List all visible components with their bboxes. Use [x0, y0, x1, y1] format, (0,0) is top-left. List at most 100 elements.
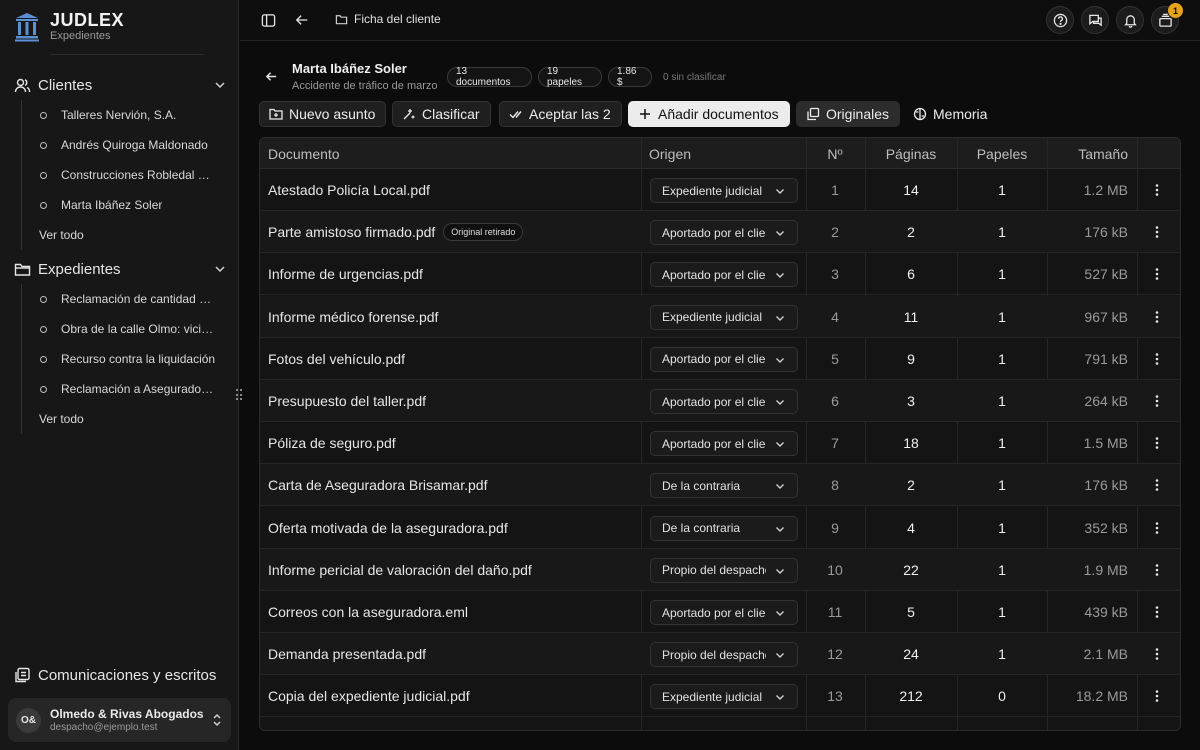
- column-header-number[interactable]: Nº: [806, 138, 864, 169]
- back-button[interactable]: [290, 8, 314, 32]
- column-header-document[interactable]: Documento: [268, 138, 340, 169]
- origin-select[interactable]: Aportado por el cliente: [650, 262, 798, 288]
- document-name-cell: Correos con la aseguradora.eml: [268, 591, 468, 633]
- origin-select[interactable]: Propio del despacho: [650, 557, 798, 583]
- notifications-button[interactable]: [1116, 6, 1144, 34]
- messages-button[interactable]: [1081, 6, 1109, 34]
- originals-button[interactable]: Originales: [796, 101, 901, 127]
- document-name[interactable]: Parte amistoso firmado.pdf: [268, 224, 435, 240]
- column-header-size[interactable]: Tamaño: [1047, 138, 1128, 169]
- toggle-sidebar-button[interactable]: [256, 8, 280, 32]
- back-to-clients-button[interactable]: [265, 70, 279, 84]
- papers-cell: 1: [998, 477, 1006, 494]
- documents-icon: [14, 667, 31, 684]
- row-menu-button[interactable]: [1150, 464, 1164, 506]
- origin-select[interactable]: Aportado por el cliente: [650, 600, 798, 625]
- column-header-papers[interactable]: Papeles: [957, 138, 1047, 169]
- document-name[interactable]: Póliza de seguro.pdf: [268, 435, 396, 451]
- table-row[interactable]: Informe médico forense.pdf Expediente jud…: [260, 295, 1180, 338]
- document-name-cell: Fotos del vehículo.pdf: [268, 338, 405, 380]
- table-row[interactable]: Demanda presentada.pdf Propio del despach…: [260, 633, 1180, 676]
- sidebar: JUDLEX Expedientes Clientes Talleres Ner…: [0, 0, 239, 750]
- origin-select[interactable]: Expediente judicial: [650, 684, 798, 710]
- files-list: Reclamación de cantidad a proveedor Obra…: [21, 284, 216, 434]
- table-row[interactable]: Correos con la aseguradora.eml Aportado p…: [260, 591, 1180, 633]
- classify-button[interactable]: Clasificar: [392, 101, 491, 127]
- document-name[interactable]: Carta de Aseguradora Brisamar.pdf: [268, 477, 487, 493]
- table-row[interactable]: Carta de Aseguradora Brisamar.pdf De la c…: [260, 464, 1180, 507]
- document-name[interactable]: Atestado Policía Local.pdf: [268, 182, 430, 198]
- account-switcher[interactable]: O& Olmedo & Rivas Abogados despacho@ejem…: [8, 698, 231, 742]
- courthouse-logo-icon: [15, 13, 39, 42]
- sidebar-item-client[interactable]: Construcciones Robledal S.L.: [22, 160, 216, 190]
- sidebar-item-communications[interactable]: Comunicaciones y escritos: [14, 663, 216, 687]
- document-name[interactable]: Informe de urgencias.pdf: [268, 266, 423, 282]
- document-name[interactable]: Informe médico forense.pdf: [268, 309, 438, 325]
- origin-select[interactable]: Aportado por el cliente: [650, 346, 798, 372]
- chevron-down-icon[interactable]: [214, 79, 226, 91]
- origin-select[interactable]: Aportado por el cliente: [650, 431, 798, 457]
- table-row[interactable]: Informe pericial de valoración del daño.…: [260, 548, 1180, 591]
- table-header: Documento Origen Nº Páginas Papeles Tama…: [260, 138, 1180, 169]
- row-menu-button[interactable]: [1150, 253, 1164, 295]
- document-name[interactable]: Demanda presentada.pdf: [268, 646, 426, 662]
- sidebar-item-file[interactable]: Reclamación a Aseguradora Brisamar: [22, 374, 216, 404]
- add-documents-button[interactable]: Añadir documentos: [628, 101, 790, 127]
- row-menu-button[interactable]: [1150, 169, 1164, 211]
- row-menu-button[interactable]: [1150, 422, 1164, 464]
- arrow-left-icon: [265, 72, 277, 81]
- clients-see-all-link[interactable]: Ver todo: [22, 220, 216, 250]
- table-row[interactable]: Fotos del vehículo.pdf Aportado por el cl…: [260, 338, 1180, 380]
- new-case-button[interactable]: Nuevo asunto: [259, 101, 387, 127]
- document-name[interactable]: Correos con la aseguradora.eml: [268, 604, 468, 620]
- sidebar-item-client[interactable]: Marta Ibáñez Soler: [22, 190, 216, 220]
- row-menu-button[interactable]: [1150, 591, 1164, 633]
- bullet-icon: [40, 295, 47, 303]
- origin-select[interactable]: Expediente judicial: [650, 304, 798, 330]
- sidebar-item-client[interactable]: Talleres Nervión, S.A.: [22, 100, 216, 130]
- chevron-down-icon[interactable]: [214, 263, 226, 275]
- sidebar-resize-handle[interactable]: [236, 389, 242, 401]
- sidebar-section-files[interactable]: Expedientes: [14, 257, 226, 281]
- row-menu-button[interactable]: [1150, 338, 1164, 380]
- column-header-pages[interactable]: Páginas: [865, 138, 957, 169]
- table-row[interactable]: Oferta motivada de la aseguradora.pdf De …: [260, 507, 1180, 549]
- row-menu-button[interactable]: [1150, 507, 1164, 549]
- document-name[interactable]: Copia del expediente judicial.pdf: [268, 688, 470, 704]
- sidebar-item-file[interactable]: Reclamación de cantidad a proveedor: [22, 284, 216, 314]
- origin-select[interactable]: Propio del despacho: [650, 642, 798, 668]
- size-cell: 176 kB: [1084, 224, 1128, 241]
- document-name[interactable]: Presupuesto del taller.pdf: [268, 393, 426, 409]
- sidebar-item-client[interactable]: Andrés Quiroga Maldonado: [22, 130, 216, 160]
- row-menu-button[interactable]: [1150, 549, 1164, 591]
- accept-all-button[interactable]: Aceptar las 2: [499, 101, 622, 127]
- table-row[interactable]: Atestado Policía Local.pdf Expediente jud…: [260, 169, 1180, 211]
- document-name[interactable]: Oferta motivada de la aseguradora.pdf: [268, 520, 508, 536]
- origin-select[interactable]: Aportado por el cliente: [650, 389, 798, 414]
- origin-select[interactable]: De la contraria: [650, 473, 798, 499]
- row-menu-button[interactable]: [1150, 675, 1164, 717]
- table-row[interactable]: Copia del expediente judicial.pdf Expedie…: [260, 675, 1180, 718]
- table-row[interactable]: Parte amistoso firmado.pdf Original retir…: [260, 211, 1180, 254]
- row-menu-button[interactable]: [1150, 633, 1164, 675]
- sidebar-section-clients[interactable]: Clientes: [14, 73, 226, 97]
- inbox-button[interactable]: 1: [1151, 3, 1183, 34]
- brand[interactable]: JUDLEX Expedientes: [14, 11, 124, 43]
- row-menu-button[interactable]: [1150, 296, 1164, 338]
- sidebar-item-file[interactable]: Recurso contra la liquidación: [22, 344, 216, 374]
- document-name[interactable]: Fotos del vehículo.pdf: [268, 351, 405, 367]
- row-menu-button[interactable]: [1150, 380, 1164, 422]
- table-row[interactable]: Informe de urgencias.pdf Aportado por el …: [260, 253, 1180, 296]
- origin-select[interactable]: De la contraria: [650, 515, 798, 541]
- origin-select[interactable]: Aportado por el cliente: [650, 220, 798, 246]
- table-row[interactable]: Presupuesto del taller.pdf Aportado por e…: [260, 380, 1180, 422]
- origin-select[interactable]: Expediente judicial: [650, 178, 798, 203]
- column-header-origin[interactable]: Origen: [649, 138, 691, 169]
- files-see-all-link[interactable]: Ver todo: [22, 404, 216, 434]
- document-name[interactable]: Informe pericial de valoración del daño.…: [268, 562, 532, 578]
- row-menu-button[interactable]: [1150, 211, 1164, 253]
- sidebar-item-file[interactable]: Obra de la calle Olmo: vicios ocultos: [22, 314, 216, 344]
- memory-button[interactable]: Memoria: [903, 101, 998, 127]
- table-row[interactable]: Póliza de seguro.pdf Aportado por el clie…: [260, 422, 1180, 465]
- help-button[interactable]: [1046, 6, 1074, 34]
